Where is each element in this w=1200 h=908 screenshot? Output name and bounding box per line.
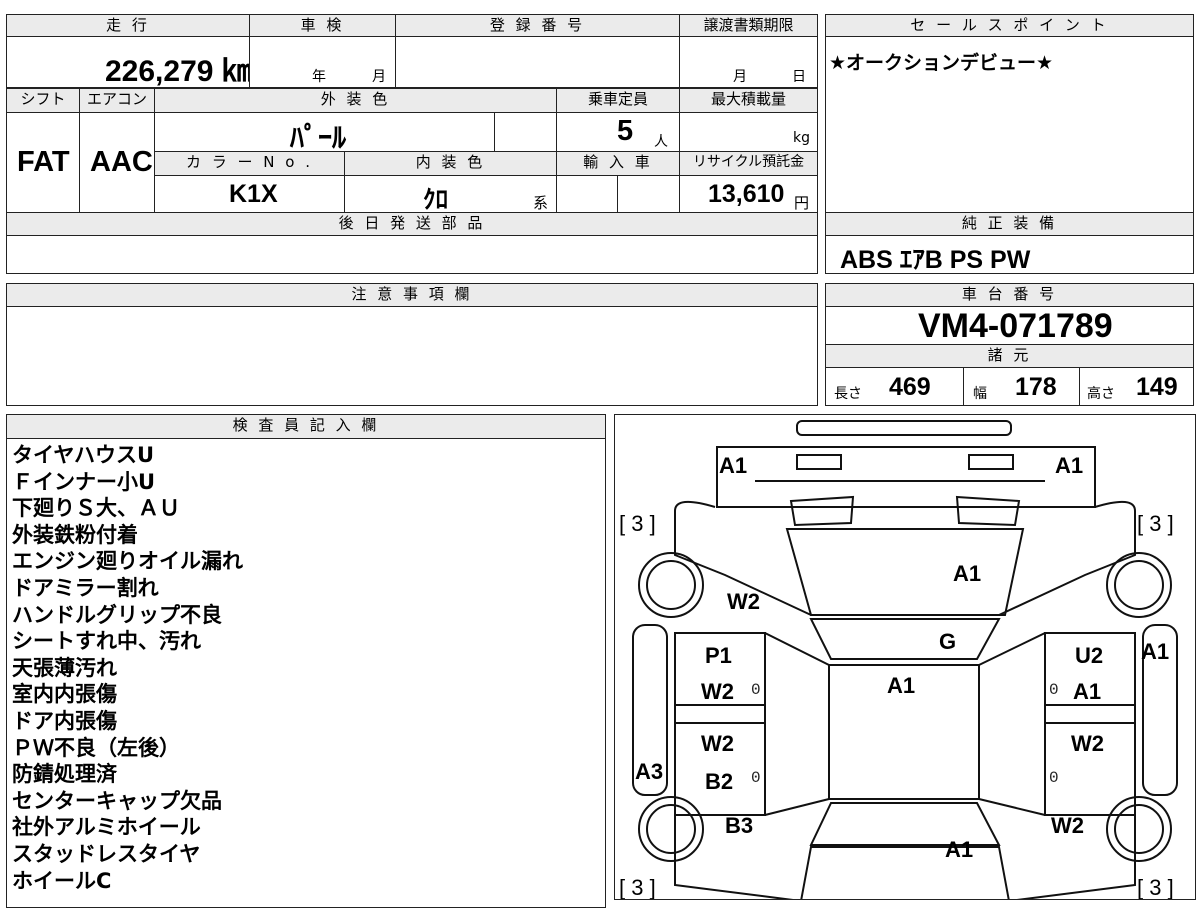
capacity-unit: 人 [654,134,668,150]
windshield-code: G [939,629,957,654]
hood-code: A1 [953,561,982,586]
car-damage-diagram: A1 A1 [ 3 ] [ 3 ] A1 W2 G P1 W2 0 A1 U2 … [614,414,1196,900]
zero-mark: 0 [751,681,761,699]
notes-header: 注 意 事 項 欄 [6,283,818,307]
inspector-note: スタッドレスタイヤ [12,841,201,866]
front-right-code: A1 [1055,453,1084,478]
mileage-value: 226,279 ㎞ [105,55,252,88]
import-header: 輸 入 車 [556,151,680,176]
interior-color-cell [344,175,557,213]
tire-fl-code: [ 3 ] [619,511,656,536]
door-fr-code-b: A1 [1073,679,1102,704]
door-rr-code: W2 [1071,731,1104,756]
length-value: 469 [889,373,931,401]
sales-point-value: ★オークションデビュー★ [829,52,1054,74]
max-load-unit: kg [793,130,810,146]
interior-color-value: ｸﾛ [423,186,449,214]
capacity-header: 乗車定員 [556,88,680,113]
inspector-note: エンジン廻りオイル漏れ [12,549,243,574]
inspector-note: センターキャップ欠品 [12,788,222,813]
interior-suffix: 系 [533,194,549,212]
zero-mark: 0 [1049,769,1059,787]
later-parts-header: 後 日 発 送 部 品 [6,212,818,236]
max-load-header: 最大積載量 [679,88,818,113]
inspector-note: ドアミラー割れ [12,575,159,600]
later-parts-cell [6,235,818,274]
aircon-value: AAC [90,146,153,178]
inspector-note: 外装鉄粉付着 [12,522,138,547]
inspector-note: Ｆインナー小U [12,469,156,494]
capacity-value: 5 [617,115,634,147]
inspector-note: 防錆処理済 [12,762,117,787]
aircon-header: エアコン [79,88,155,113]
transfer-deadline-header: 譲渡書類期限 [679,14,818,37]
tire-rl-code: [ 3 ] [619,875,656,900]
zero-mark: 0 [751,769,761,787]
recycle-fee-value: 13,610 [708,180,785,208]
quarter-left-code: B3 [725,813,754,838]
mileage-header: 走 行 [6,14,250,37]
roof-code: A1 [887,673,916,698]
door-fl-code-b: W2 [701,679,734,704]
import-cell-a [556,175,618,213]
tire-fr-code: [ 3 ] [1137,511,1174,536]
inspector-note: 下廻りＳ大、ＡＵ [12,496,180,521]
car-outline-drawing [632,420,1178,899]
shift-header: シフト [6,88,80,113]
door-rl-code-b: B2 [705,769,734,794]
registration-cell [395,36,680,88]
registration-header: 登 録 番 号 [395,14,680,37]
specs-header: 諸 元 [825,344,1194,368]
sales-point-header: セ ー ル ス ポ イ ン ト [825,14,1194,37]
inspector-note: ハンドルグリップ不良 [12,602,222,627]
width-value: 178 [1015,373,1057,401]
interior-color-header: 内 装 色 [344,151,557,176]
genuine-equipment-value: ABS ｴｱB PS PW [840,246,1031,274]
genuine-equipment-header: 純 正 装 備 [825,212,1194,236]
inspector-note: 社外アルミホイール [12,815,201,840]
exterior-color-extra-cell [494,112,557,152]
mirror-right-code: A1 [1141,639,1170,664]
deadline-day-unit: 日 [792,69,806,85]
inspector-note: タイヤハウスU [12,443,155,467]
inspector-note: 天張薄汚れ [12,655,117,680]
chassis-no-header: 車 台 番 号 [825,283,1194,307]
inspector-notes-list: タイヤハウスU Ｆインナー小U 下廻りＳ大、ＡＵ 外装鉄粉付着 エンジン廻りオイ… [12,442,243,894]
inspector-note: ドア内張傷 [12,708,117,733]
zero-mark: 0 [1049,681,1059,699]
trunk-code: A1 [945,837,974,862]
import-cell-b [617,175,680,213]
inspector-note: シートすれ中、汚れ [12,629,201,654]
height-label: 高さ [1087,386,1115,402]
chassis-no-value: VM4-071789 [918,307,1113,345]
exterior-color-value: ﾊﾟｰﾙ [290,122,347,153]
notes-cell [6,306,818,406]
door-rl-code-a: W2 [701,731,734,756]
exterior-color-header: 外 装 色 [154,88,557,113]
height-value: 149 [1136,373,1178,401]
recycle-header: リサイクル預託金 [679,151,818,176]
door-fr-code-a: U2 [1075,643,1104,668]
inspector-note: ＰＷ不良（左後） [12,735,180,760]
door-fl-code-a: P1 [705,643,732,668]
quarter-right-code: W2 [1051,813,1084,838]
inspector-note: 室内内張傷 [12,682,117,707]
fender-left-code: W2 [727,589,760,614]
inspection-month-unit: 月 [372,69,386,85]
inspection-header: 車 検 [249,14,396,37]
width-label: 幅 [973,386,987,402]
inspector-note: ホイールC [12,868,112,893]
front-left-code: A1 [719,453,748,478]
rocker-left-code: A3 [635,759,664,784]
length-label: 長さ [834,386,862,402]
inspection-year-unit: 年 [312,69,326,85]
inspector-header: 検 査 員 記 入 欄 [6,414,606,439]
tire-rr-code: [ 3 ] [1137,875,1174,900]
deadline-month-unit: 月 [733,69,747,85]
color-no-value: K1X [229,180,278,208]
color-no-header: カ ラ ー N o . [154,151,345,176]
recycle-unit: 円 [794,194,810,212]
shift-value: FAT [17,146,70,178]
